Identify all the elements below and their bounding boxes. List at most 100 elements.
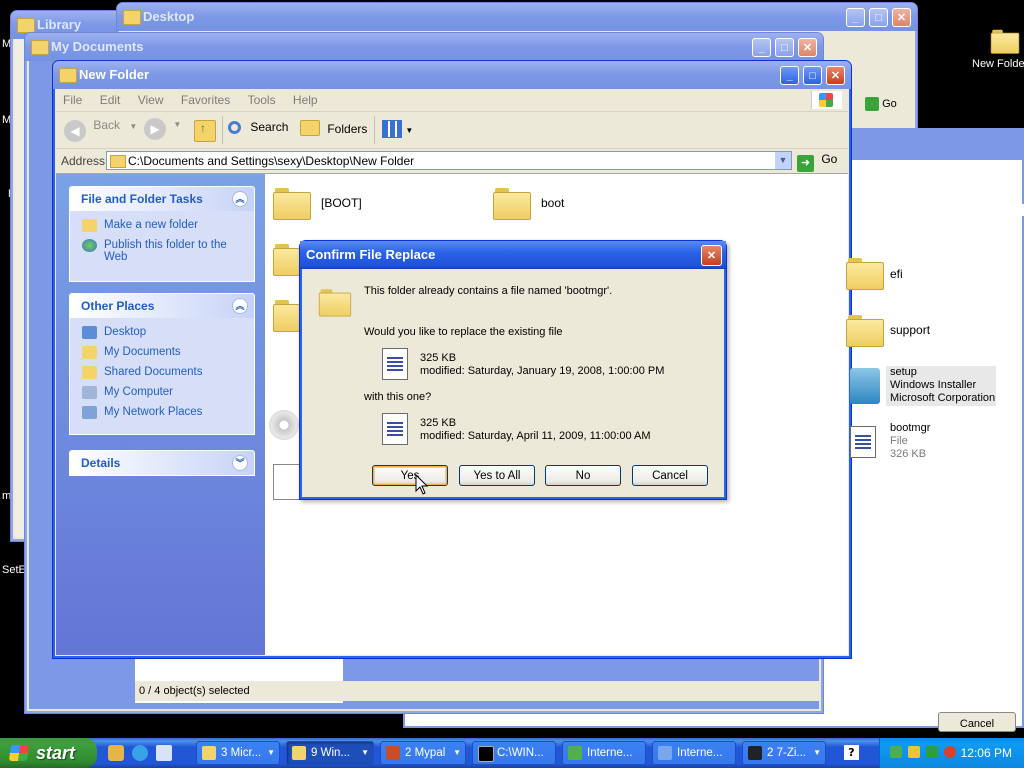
- ie-icon[interactable]: [132, 745, 148, 761]
- file-item-efi[interactable]: efi: [846, 256, 986, 296]
- menu-view[interactable]: View: [131, 89, 171, 111]
- existing-file-modified: modified: Saturday, January 19, 2008, 1:…: [420, 365, 665, 377]
- go-button[interactable]: Go: [865, 97, 897, 111]
- task-label: Make a new folder: [104, 219, 198, 231]
- new-folder-icon: [82, 219, 97, 232]
- show-desktop-icon[interactable]: [156, 745, 172, 761]
- collapse-icon[interactable]: ︽: [232, 191, 248, 207]
- address-dropdown-icon[interactable]: ▼: [775, 152, 791, 169]
- button-label: No: [575, 470, 591, 482]
- start-label: start: [36, 743, 76, 763]
- minimize-button[interactable]: _: [780, 66, 799, 85]
- close-button[interactable]: ✕: [892, 8, 911, 27]
- task-publish-web[interactable]: Publish this folder to the Web: [70, 236, 254, 266]
- address-input[interactable]: C:\Documents and Settings\sexy\Desktop\N…: [106, 151, 792, 170]
- close-button[interactable]: ✕: [826, 66, 845, 85]
- place-shared-documents[interactable]: Shared Documents: [70, 363, 254, 383]
- window-icon: [17, 18, 35, 33]
- place-my-documents[interactable]: My Documents: [70, 343, 254, 363]
- back-button[interactable]: ◀ Back ▼: [64, 118, 137, 142]
- other-places-header[interactable]: Other Places ︽: [70, 294, 254, 318]
- file-item-bootmgr[interactable]: bootmgr File 326 KB: [848, 422, 994, 464]
- taskbar-button-internet-1[interactable]: Interne...: [562, 741, 646, 765]
- place-my-network-places[interactable]: My Network Places: [70, 403, 254, 423]
- maximize-button[interactable]: □: [869, 8, 888, 27]
- taskbar-button-windows-explorer[interactable]: 9 Win... ▼: [286, 741, 374, 765]
- details-header[interactable]: Details ︾: [70, 451, 254, 475]
- up-folder-icon[interactable]: ↑: [194, 120, 216, 142]
- taskbar-label: Interne...: [587, 747, 633, 759]
- start-button[interactable]: start: [0, 738, 97, 768]
- toolbar: ◀ Back ▼ ▶ ▼ ↑ Search Folders ▼: [56, 112, 848, 149]
- edge-label: SetE: [2, 564, 26, 576]
- computer-icon: [82, 386, 97, 399]
- address-folder-icon: [110, 155, 126, 168]
- file-folder-tasks-panel: File and Folder Tasks ︽ Make a new folder…: [69, 186, 255, 282]
- forward-dropdown-icon: ▼: [173, 120, 182, 129]
- file-item-boot[interactable]: boot: [493, 186, 633, 226]
- taskbar-button-7zip[interactable]: 2 7-Zi... ▼: [742, 741, 826, 765]
- menu-tools[interactable]: Tools: [241, 89, 283, 111]
- confirm-file-replace-dialog[interactable]: Confirm File Replace ✕ This folder alrea…: [299, 240, 727, 500]
- help-icon[interactable]: ?: [844, 745, 859, 760]
- menu-favorites[interactable]: Favorites: [174, 89, 237, 111]
- taskbar-button-mypal[interactable]: 2 Mypal ▼: [380, 741, 466, 765]
- go-button[interactable]: ➜ Go: [797, 152, 837, 172]
- yes-button[interactable]: Yes: [372, 465, 448, 486]
- address-value: C:\Documents and Settings\sexy\Desktop\N…: [128, 154, 415, 168]
- place-my-computer[interactable]: My Computer: [70, 383, 254, 403]
- task-make-new-folder[interactable]: Make a new folder: [70, 216, 254, 236]
- menu-file[interactable]: File: [56, 89, 89, 111]
- back-dropdown-icon: ▼: [129, 122, 138, 131]
- maximize-button[interactable]: □: [775, 38, 794, 57]
- yes-to-all-button[interactable]: Yes to All: [459, 465, 535, 486]
- network-tray-icon[interactable]: [890, 746, 902, 758]
- expand-icon[interactable]: ︾: [232, 455, 248, 471]
- close-button[interactable]: ✕: [701, 245, 722, 266]
- cancel-button[interactable]: Cancel: [632, 465, 708, 486]
- taskbar-button-word[interactable]: 3 Micr... ▼: [196, 741, 280, 765]
- my-documents-titlebar[interactable]: My Documents _ □ ✕: [25, 33, 823, 61]
- menu-edit[interactable]: Edit: [93, 89, 128, 111]
- window-icon: [123, 10, 141, 25]
- update-tray-icon[interactable]: [926, 746, 938, 758]
- desktop-titlebar[interactable]: Desktop _ □ ✕: [117, 3, 917, 31]
- place-label: My Documents: [104, 346, 181, 358]
- mypal-icon: [386, 746, 400, 760]
- search-label: Search: [250, 120, 289, 134]
- file-folder-tasks-header[interactable]: File and Folder Tasks ︽: [70, 187, 254, 211]
- mouse-cursor-icon: [415, 474, 429, 495]
- folders-button[interactable]: Folders: [300, 120, 367, 136]
- taskbar-button-internet-2[interactable]: Interne...: [652, 741, 736, 765]
- antivirus-tray-icon[interactable]: [944, 746, 956, 758]
- file-item-support[interactable]: support: [846, 313, 986, 353]
- views-button[interactable]: ▼: [382, 120, 413, 141]
- menu-help[interactable]: Help: [286, 89, 325, 111]
- search-button[interactable]: Search: [228, 120, 288, 134]
- forward-button[interactable]: ▶ ▼: [144, 118, 181, 140]
- security-shield-icon[interactable]: [908, 746, 920, 758]
- minimize-button[interactable]: _: [846, 8, 865, 27]
- folder-icon: [493, 186, 531, 220]
- file-item-boot-upper[interactable]: [BOOT]: [273, 186, 413, 226]
- back-label: Back: [93, 118, 121, 132]
- maximize-button[interactable]: □: [803, 66, 822, 85]
- outlook-icon[interactable]: [108, 745, 124, 761]
- desktop-icon-new-folder[interactable]: New Folder: [970, 24, 1024, 74]
- dialog-titlebar[interactable]: Confirm File Replace ✕: [300, 241, 726, 269]
- cancel-button[interactable]: Cancel: [938, 712, 1016, 732]
- file-type: Windows Installer: [890, 379, 977, 391]
- close-button[interactable]: ✕: [798, 38, 817, 57]
- minimize-button[interactable]: _: [752, 38, 771, 57]
- partial-item: [273, 298, 311, 334]
- file-item-setup[interactable]: setup Windows Installer Microsoft Corpor…: [850, 366, 996, 408]
- clock[interactable]: 12:06 PM: [961, 746, 1012, 760]
- place-desktop[interactable]: Desktop: [70, 323, 254, 343]
- no-button[interactable]: No: [545, 465, 621, 486]
- new-folder-titlebar[interactable]: New Folder _ □ ✕: [53, 61, 851, 89]
- taskbar-button-cmd[interactable]: C:\WIN...: [472, 741, 556, 765]
- dialog-question: Would you like to replace the existing f…: [364, 326, 563, 338]
- shared-folder-icon: [82, 366, 97, 379]
- collapse-icon[interactable]: ︽: [232, 298, 248, 314]
- folder-icon: [846, 256, 884, 290]
